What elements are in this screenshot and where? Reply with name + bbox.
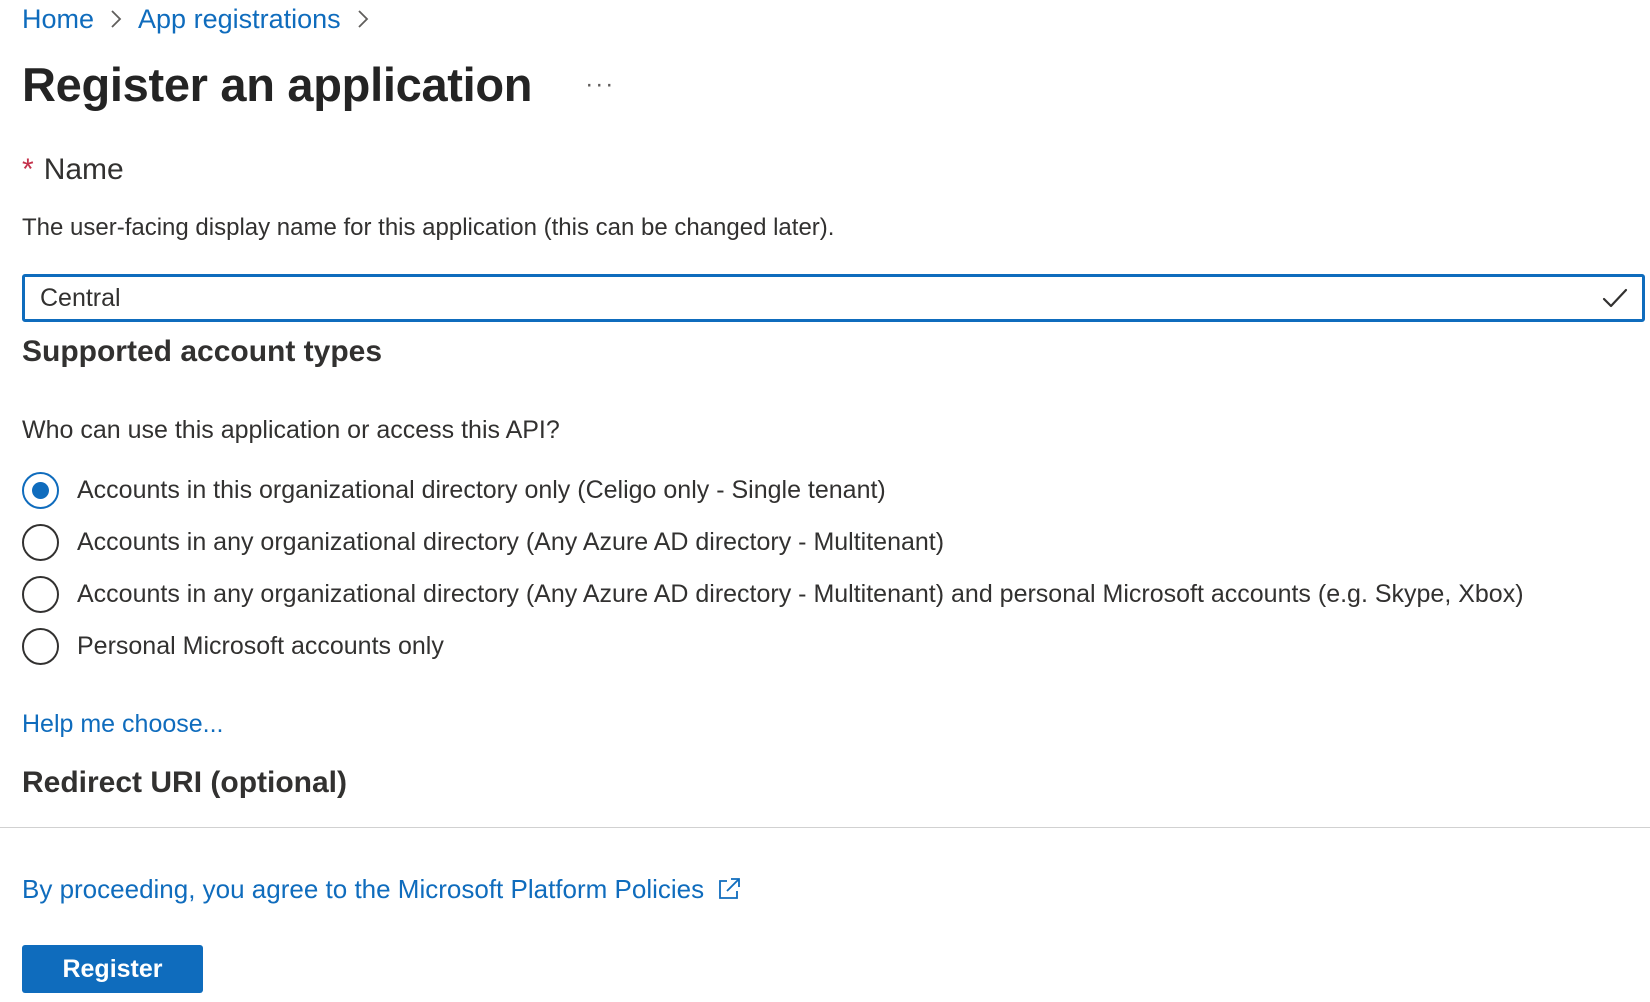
- radio-label: Accounts in this organizational director…: [77, 475, 886, 504]
- external-link-icon: [719, 878, 741, 899]
- ellipsis-icon: ···: [585, 71, 616, 98]
- page-title: Register an application: [22, 58, 533, 111]
- register-button[interactable]: Register: [22, 945, 203, 993]
- radio-label: Accounts in any organizational directory…: [77, 579, 1524, 608]
- chevron-right-icon: [94, 2, 138, 36]
- footer-divider: [0, 827, 1650, 828]
- radio-dot: [32, 481, 49, 499]
- checkmark-icon: [1602, 288, 1628, 308]
- radio-option-personal-only[interactable]: Personal Microsoft accounts only: [22, 620, 1524, 672]
- account-types-radio-group: Accounts in this organizational director…: [22, 464, 1524, 672]
- breadcrumb-app-registrations-link[interactable]: App registrations: [138, 2, 341, 36]
- register-app-page: Home App registrations Register an appli…: [0, 0, 1650, 1002]
- required-indicator: *: [22, 153, 34, 186]
- radio-option-multitenant-personal[interactable]: Accounts in any organizational directory…: [22, 568, 1524, 620]
- platform-policies-text: By proceeding, you agree to the Microsof…: [22, 874, 705, 904]
- radio-option-multitenant[interactable]: Accounts in any organizational directory…: [22, 516, 1524, 568]
- breadcrumb: Home App registrations: [22, 2, 385, 36]
- radio-button-selected[interactable]: [22, 471, 59, 509]
- chevron-right-icon: [341, 2, 385, 36]
- title-row: Register an application ···: [22, 56, 620, 114]
- account-types-heading: Supported account types: [22, 335, 383, 368]
- help-me-choose-link[interactable]: Help me choose...: [22, 708, 224, 740]
- more-options-button[interactable]: ···: [580, 65, 620, 105]
- radio-label: Personal Microsoft accounts only: [77, 631, 444, 660]
- radio-option-single-tenant[interactable]: Accounts in this organizational director…: [22, 464, 1524, 516]
- name-input[interactable]: [25, 277, 1600, 319]
- radio-button[interactable]: [22, 523, 59, 561]
- name-field: [22, 274, 1645, 322]
- breadcrumb-home-link[interactable]: Home: [22, 2, 94, 36]
- name-description: The user-facing display name for this ap…: [22, 214, 835, 241]
- account-types-question: Who can use this application or access t…: [22, 416, 560, 444]
- radio-label: Accounts in any organizational directory…: [77, 527, 945, 556]
- name-label-text: Name: [43, 153, 124, 186]
- radio-button[interactable]: [22, 575, 59, 613]
- platform-policies-link[interactable]: By proceeding, you agree to the Microsof…: [22, 872, 744, 906]
- redirect-uri-heading: Redirect URI (optional): [22, 766, 348, 799]
- radio-button[interactable]: [22, 627, 59, 665]
- name-label: * Name: [22, 151, 124, 189]
